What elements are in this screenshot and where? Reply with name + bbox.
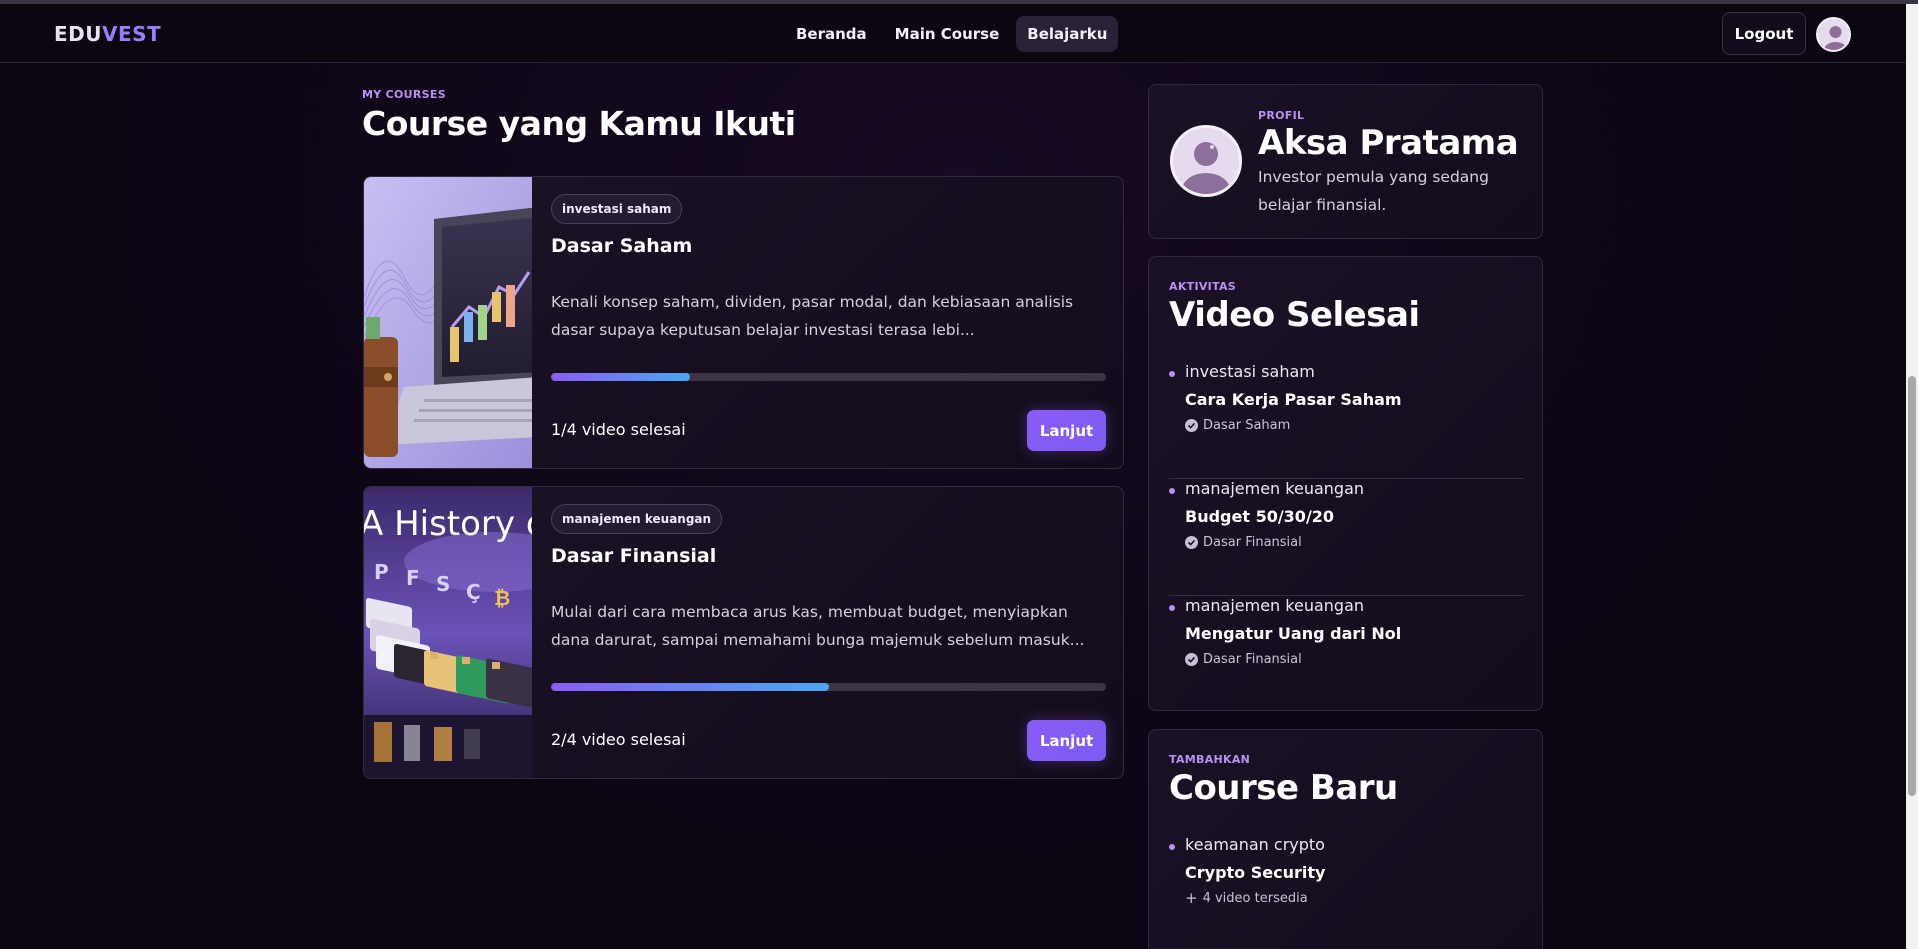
- svg-text:Ç: Ç: [466, 580, 481, 604]
- nav-links: Beranda Main Course Belajarku: [785, 16, 1119, 52]
- activity-course: Dasar Saham: [1185, 418, 1290, 433]
- course-description: Mulai dari cara membaca arus kas, membua…: [551, 603, 1085, 649]
- plus-icon: +: [1185, 889, 1198, 907]
- new-course-eyebrow: TAMBAHKAN: [1169, 753, 1251, 766]
- activity-video-title: Cara Kerja Pasar Saham: [1185, 390, 1402, 409]
- profile-name: Aksa Pratama: [1258, 123, 1519, 163]
- scrollbar[interactable]: [1906, 4, 1918, 949]
- course-progress-fill: [551, 373, 690, 381]
- logout-button[interactable]: Logout: [1722, 12, 1806, 55]
- svg-text:P: P: [374, 560, 389, 584]
- bullet-icon: [1169, 488, 1175, 494]
- activity-item[interactable]: investasi saham Cara Kerja Pasar Saham D…: [1169, 362, 1524, 479]
- course-category-tag: manajemen keuangan: [551, 504, 723, 534]
- course-video-count: 1/4 video selesai: [551, 420, 686, 439]
- activity-item[interactable]: manajemen keuangan Budget 50/30/20 Dasar…: [1169, 479, 1524, 596]
- check-circle-icon: [1185, 653, 1198, 666]
- course-title[interactable]: Dasar Saham: [551, 235, 692, 257]
- new-course-item-title: Crypto Security: [1185, 863, 1326, 882]
- course-thumbnail-cards: A History of PFSÇ ₿: [364, 487, 532, 778]
- course-thumbnail-stock-laptop: [364, 177, 532, 468]
- course-title[interactable]: Dasar Finansial: [551, 545, 716, 567]
- activity-category: manajemen keuangan: [1185, 479, 1365, 498]
- svg-text:S: S: [436, 572, 450, 596]
- profile-bio: Investor pemula yang sedang belajar fina…: [1258, 168, 1489, 214]
- course-progress-bar: [551, 683, 1106, 691]
- course-progress-fill: [551, 683, 829, 691]
- new-course-item[interactable]: keamanan crypto Crypto Security + 4 vide…: [1169, 835, 1524, 949]
- activity-video-title: Mengatur Uang dari Nol: [1185, 624, 1402, 643]
- activity-panel: AKTIVITAS Video Selesai investasi saham …: [1148, 256, 1543, 711]
- page-title: Course yang Kamu Ikuti: [362, 104, 796, 143]
- new-course-title: Course Baru: [1169, 768, 1398, 808]
- profile-panel: PROFIL Aksa Pratama Investor pemula yang…: [1148, 84, 1543, 239]
- activity-category: investasi saham: [1185, 362, 1315, 381]
- check-circle-icon: [1185, 536, 1198, 549]
- course-category-tag: investasi saham: [551, 194, 683, 224]
- activity-list: investasi saham Cara Kerja Pasar Saham D…: [1169, 362, 1524, 713]
- navbar: EDUVEST Beranda Main Course Belajarku Lo…: [0, 4, 1906, 63]
- nav-link-main-course[interactable]: Main Course: [884, 16, 1011, 52]
- bullet-icon: [1169, 844, 1175, 850]
- section-eyebrow: MY COURSES: [362, 88, 446, 101]
- profile-avatar-icon: [1170, 125, 1242, 197]
- nav-link-belajarku[interactable]: Belajarku: [1016, 16, 1119, 52]
- scrollbar-thumb[interactable]: [1908, 376, 1916, 796]
- activity-course: Dasar Finansial: [1185, 652, 1302, 667]
- bullet-icon: [1169, 371, 1175, 377]
- activity-item[interactable]: manajemen keuangan Mengatur Uang dari No…: [1169, 596, 1524, 713]
- course-video-count: 2/4 video selesai: [551, 730, 686, 749]
- activity-eyebrow: AKTIVITAS: [1169, 280, 1237, 293]
- activity-course: Dasar Finansial: [1185, 535, 1302, 550]
- profile-eyebrow: PROFIL: [1258, 109, 1305, 122]
- course-description: Kenali konsep saham, dividen, pasar moda…: [551, 293, 1074, 339]
- course-card-dasar-finansial[interactable]: A History of PFSÇ ₿: [363, 486, 1124, 779]
- nav-link-beranda[interactable]: Beranda: [785, 16, 878, 52]
- continue-button[interactable]: Lanjut: [1027, 720, 1106, 761]
- svg-text:F: F: [406, 566, 420, 590]
- new-course-meta: + 4 video tersedia: [1185, 889, 1308, 907]
- continue-button[interactable]: Lanjut: [1027, 410, 1106, 451]
- new-course-list: keamanan crypto Crypto Security + 4 vide…: [1169, 835, 1524, 949]
- user-avatar-icon[interactable]: [1816, 17, 1851, 52]
- svg-text:₿: ₿: [494, 586, 510, 610]
- new-course-panel: TAMBAHKAN Course Baru keamanan crypto Cr…: [1148, 729, 1543, 949]
- activity-title: Video Selesai: [1169, 295, 1420, 335]
- activity-video-title: Budget 50/30/20: [1185, 507, 1335, 526]
- thumbnail-text: A History of: [364, 504, 532, 544]
- bullet-icon: [1169, 605, 1175, 611]
- course-progress-bar: [551, 373, 1106, 381]
- check-circle-icon: [1185, 419, 1198, 432]
- activity-category: manajemen keuangan: [1185, 596, 1365, 615]
- new-course-category: keamanan crypto: [1185, 835, 1325, 854]
- course-card-dasar-saham[interactable]: investasi saham Dasar Saham Kenali konse…: [363, 176, 1124, 469]
- logo[interactable]: EDUVEST: [54, 22, 161, 46]
